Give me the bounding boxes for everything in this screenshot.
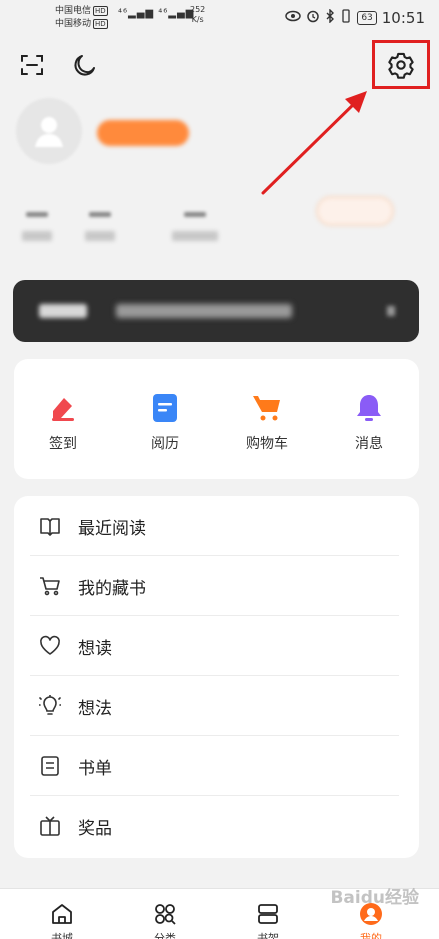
nav-tab-category[interactable]: 分类	[135, 901, 195, 939]
nav-tab-bookshelf[interactable]: 书架	[238, 901, 298, 939]
hd-badge: HD	[93, 19, 108, 29]
menu-label: 书单	[78, 758, 112, 779]
nav-label: 书架	[257, 932, 279, 939]
menu-list-card: 最近阅读 我的藏书 想读 想法 书单 奖品	[14, 496, 419, 858]
menu-item-booklist[interactable]: 书单	[14, 736, 419, 796]
nav-label: 书城	[51, 932, 73, 939]
night-mode-icon[interactable]	[69, 50, 99, 80]
avatar[interactable]	[16, 98, 82, 164]
clock: 10:51	[381, 9, 425, 27]
speed-unit: K/s	[191, 15, 204, 24]
carrier-info: 中国电信 HD 中国移动 HD	[55, 5, 108, 31]
menu-label: 想法	[78, 698, 112, 719]
quick-action-label: 阅历	[151, 436, 179, 452]
eye-icon	[285, 10, 302, 26]
heart-icon	[38, 634, 62, 658]
menu-label: 想读	[78, 638, 112, 659]
battery-indicator: 63	[357, 11, 377, 25]
user-placeholder-icon	[35, 117, 63, 147]
stat-blurred-3[interactable]	[167, 212, 223, 241]
network-speed: 252 K/s	[190, 5, 205, 25]
hd-badge: HD	[93, 6, 108, 16]
quick-action-label: 签到	[49, 436, 77, 452]
signal-icon: ⁴⁶▂▄▆ ⁴⁶▂▄▆	[118, 8, 195, 19]
stat-blurred-2[interactable]	[80, 212, 120, 241]
nav-tab-bookstore[interactable]: 书城	[32, 901, 92, 939]
stat-blurred-1[interactable]	[17, 212, 57, 241]
alarm-icon	[306, 9, 320, 27]
menu-label: 奖品	[78, 818, 112, 839]
scan-icon[interactable]	[17, 50, 47, 80]
nav-label: 分类	[154, 932, 176, 939]
nav-label: 我的	[360, 932, 382, 939]
open-book-icon	[38, 514, 62, 538]
home-icon	[48, 901, 76, 927]
menu-label: 我的藏书	[78, 578, 146, 599]
quick-action-checkin[interactable]: 签到	[23, 391, 103, 453]
quick-action-label: 消息	[355, 436, 383, 452]
lightbulb-icon	[38, 694, 62, 718]
menu-item-want-to-read[interactable]: 想读	[14, 616, 419, 676]
menu-item-recent-reading[interactable]: 最近阅读	[14, 496, 419, 556]
status-bar: 中国电信 HD 中国移动 HD ⁴⁶▂▄▆ ⁴⁶▂▄▆ 252 K/s 63 10:…	[0, 0, 439, 36]
settings-highlight-box	[372, 40, 430, 89]
menu-item-prizes[interactable]: 奖品	[14, 796, 419, 856]
member-card-blurred[interactable]	[13, 280, 419, 342]
bluetooth-icon	[325, 8, 335, 27]
quick-action-history[interactable]: 阅历	[125, 391, 205, 453]
quick-action-messages[interactable]: 消息	[329, 391, 409, 453]
checkin-icon	[46, 391, 80, 425]
reading-history-icon	[148, 391, 182, 425]
quick-actions-card: 签到 阅历 购物车 消息	[14, 359, 419, 479]
login-button-blurred[interactable]	[97, 120, 189, 146]
shopping-cart-icon	[250, 391, 284, 425]
gift-icon	[38, 814, 62, 838]
vip-tag-blurred[interactable]	[316, 196, 394, 226]
category-icon	[151, 901, 179, 927]
carrier-1: 中国电信	[55, 6, 92, 16]
carrier-2: 中国移动	[55, 19, 92, 29]
menu-item-thoughts[interactable]: 想法	[14, 676, 419, 736]
annotation-arrow	[261, 91, 367, 195]
status-right: 63 10:51	[285, 8, 425, 27]
menu-label: 最近阅读	[78, 518, 146, 539]
bookshelf-icon	[254, 901, 282, 927]
menu-item-my-collection[interactable]: 我的藏书	[14, 556, 419, 616]
quick-action-label: 购物车	[246, 436, 288, 452]
cart-icon	[38, 574, 62, 598]
vibrate-icon	[340, 9, 352, 27]
watermark: Baidu经验	[330, 888, 419, 908]
speed-value: 252	[190, 5, 206, 14]
bell-icon	[352, 391, 386, 425]
quick-action-cart[interactable]: 购物车	[227, 391, 307, 453]
list-icon	[38, 754, 62, 778]
